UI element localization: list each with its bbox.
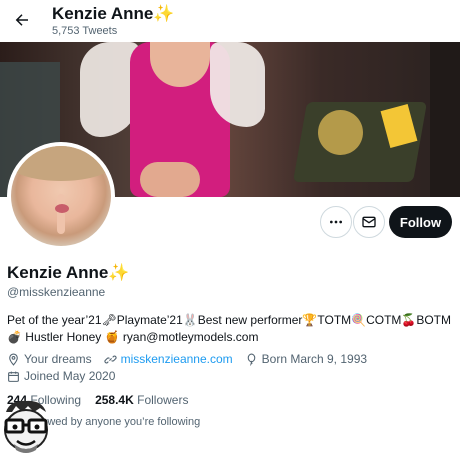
arrow-left-icon [15,14,28,26]
banner-decor [430,42,460,197]
title-text: Kenzie Anne [52,4,154,23]
avatar-image [11,146,111,246]
page-title: Kenzie Anne✨ [52,4,175,24]
profile-bio: Pet of the year’21🗝Playmate’21🐰Best new … [7,312,457,346]
link-icon [104,355,117,363]
profile-meta-joined: Joined May 2020 [7,369,123,383]
watermark-logo [4,400,48,453]
joined-item: Joined May 2020 [7,369,115,383]
message-button[interactable] [353,206,385,238]
location-icon [9,353,18,366]
bio-line: Pet of the year’21🗝Playmate’21🐰Best new … [7,313,452,327]
birthday-text: Born March 9, 1993 [261,352,368,366]
bio-line: 💣 Hustler Honey 🍯 ryan@motleymodels.com [7,330,259,344]
banner-decor [318,110,363,155]
sparkle-icon: ✨ [108,263,130,282]
sparkle-icon: ✨ [153,4,175,23]
more-icon [330,220,342,224]
more-button[interactable] [320,206,352,238]
followers-count: 258.4K [95,393,134,407]
profile-meta: Your dreams misskenzieanne.com Born Marc… [7,352,375,366]
followers-link[interactable]: 258.4K Followers [95,393,188,407]
calendar-icon [8,371,19,382]
banner-decor [140,162,200,197]
location-text: Your dreams [24,352,92,366]
followers-label: Followers [137,393,189,407]
banner-decor [210,42,265,127]
tweet-count: 5,753 Tweets [52,25,118,37]
birthday-item: Born March 9, 1993 [245,352,367,366]
website-item[interactable]: misskenzieanne.com [104,352,233,366]
avatar[interactable] [7,142,115,250]
top-bar: Kenzie Anne✨ 5,753 Tweets [0,0,460,42]
balloon-icon [247,353,255,366]
mail-icon [362,216,376,228]
profile-handle: @misskenzieanne [7,285,106,299]
back-button[interactable] [8,6,36,34]
profile-name: Kenzie Anne✨ [7,263,130,283]
follow-button[interactable]: Follow [389,206,452,238]
location-item: Your dreams [7,352,92,366]
profile-name-text: Kenzie Anne [7,263,109,282]
website-link[interactable]: misskenzieanne.com [121,352,233,366]
joined-text: Joined May 2020 [24,369,116,383]
